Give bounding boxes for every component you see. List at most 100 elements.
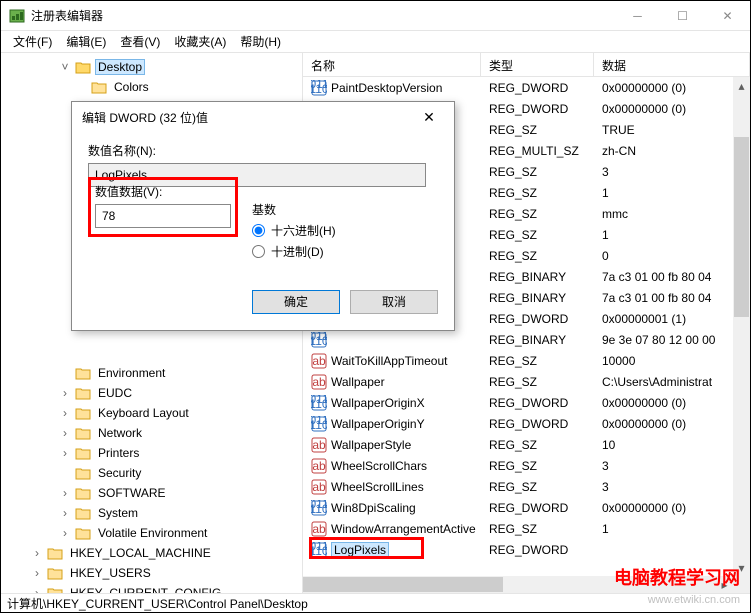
value-type: REG_SZ (481, 165, 594, 179)
tree-item-desktop[interactable]: ˅ Desktop (9, 57, 302, 77)
value-name: WindowArrangementActive (331, 522, 476, 536)
value-type: REG_DWORD (481, 81, 594, 95)
expand-icon[interactable]: › (59, 426, 71, 440)
dialog-close-button[interactable]: ✕ (414, 109, 444, 126)
value-type: REG_SZ (481, 123, 594, 137)
menu-edit[interactable]: 编辑(E) (60, 31, 112, 52)
tree-item-colors[interactable]: Colors (9, 77, 302, 97)
folder-icon (75, 446, 91, 460)
value-data: zh-CN (594, 144, 750, 158)
value-type: REG_DWORD (481, 396, 594, 410)
svg-text:ab: ab (312, 480, 326, 494)
tree-item-volatile[interactable]: ›Volatile Environment (9, 523, 302, 543)
folder-icon (91, 80, 107, 94)
expand-icon[interactable]: › (59, 386, 71, 400)
list-row[interactable]: 011110PaintDesktopVersionREG_DWORD0x0000… (303, 77, 750, 98)
header-name[interactable]: 名称 (303, 53, 481, 76)
dialog-titlebar[interactable]: 编辑 DWORD (32 位)值 ✕ (72, 102, 454, 132)
header-data[interactable]: 数据 (594, 53, 750, 76)
list-row[interactable]: 011110WallpaperOriginYREG_DWORD0x0000000… (303, 413, 750, 434)
value-data: C:\Users\Administrat (594, 375, 750, 389)
vertical-scrollbar[interactable]: ▴ ▾ (733, 77, 750, 593)
folder-icon (47, 546, 63, 560)
ok-button[interactable]: 确定 (252, 290, 340, 314)
value-data: 0x00000000 (0) (594, 81, 750, 95)
tree-item-hkcc[interactable]: ›HKEY_CURRENT_CONFIG (9, 583, 302, 593)
tree-item-hku[interactable]: ›HKEY_USERS (9, 563, 302, 583)
menu-help[interactable]: 帮助(H) (234, 31, 287, 52)
radio-hex-input[interactable] (252, 224, 265, 237)
maximize-button[interactable]: ☐ (660, 1, 705, 31)
folder-icon (75, 386, 91, 400)
scroll-thumb-h[interactable] (303, 577, 503, 592)
folder-icon (75, 526, 91, 540)
expand-icon[interactable]: › (59, 486, 71, 500)
list-row[interactable]: abWallpaperREG_SZC:\Users\Administrat (303, 371, 750, 392)
tree-item-hklm[interactable]: ›HKEY_LOCAL_MACHINE (9, 543, 302, 563)
svg-text:110: 110 (311, 82, 327, 96)
folder-icon (75, 366, 91, 380)
value-data: 3 (594, 480, 750, 494)
folder-icon (47, 586, 63, 593)
expand-icon[interactable]: › (59, 506, 71, 520)
collapse-icon[interactable]: ˅ (59, 60, 71, 74)
value-data: 10000 (594, 354, 750, 368)
folder-icon (75, 426, 91, 440)
list-row[interactable]: abWheelScrollLinesREG_SZ3 (303, 476, 750, 497)
tree-item-system[interactable]: ›System (9, 503, 302, 523)
menu-view[interactable]: 查看(V) (114, 31, 166, 52)
radio-hex[interactable]: 十六进制(H) (252, 222, 336, 239)
tree-item-software[interactable]: ›SOFTWARE (9, 483, 302, 503)
value-type: REG_SZ (481, 375, 594, 389)
expand-icon[interactable]: › (31, 566, 43, 580)
list-row[interactable]: 011110LogPixelsREG_DWORD (303, 539, 750, 560)
menu-file[interactable]: 文件(F) (7, 31, 58, 52)
list-row[interactable]: abWallpaperStyleREG_SZ10 (303, 434, 750, 455)
value-data: 1 (594, 522, 750, 536)
watermark-url: www.etwiki.cn.com (648, 594, 740, 606)
list-row[interactable]: 011110Win8DpiScalingREG_DWORD0x00000000 … (303, 497, 750, 518)
value-data: 3 (594, 165, 750, 179)
edit-dword-dialog: 编辑 DWORD (32 位)值 ✕ 数值名称(N): 数值数据(V): 基数 … (71, 101, 455, 331)
svg-text:ab: ab (312, 459, 326, 473)
svg-text:110: 110 (311, 397, 327, 411)
expand-icon[interactable]: › (59, 526, 71, 540)
value-type: REG_SZ (481, 249, 594, 263)
list-row[interactable]: abWheelScrollCharsREG_SZ3 (303, 455, 750, 476)
value-type: REG_SZ (481, 354, 594, 368)
header-type[interactable]: 类型 (481, 53, 594, 76)
value-type: REG_SZ (481, 459, 594, 473)
value-data-input[interactable] (95, 204, 231, 228)
value-data: 9e 3e 07 80 12 00 00 (594, 333, 750, 347)
svg-text:ab: ab (312, 522, 326, 536)
menu-favorites[interactable]: 收藏夹(A) (168, 31, 232, 52)
scroll-thumb[interactable] (734, 137, 749, 317)
scroll-up-icon[interactable]: ▴ (733, 77, 750, 94)
list-header: 名称 类型 数据 (303, 53, 750, 77)
radio-dec[interactable]: 十进制(D) (252, 243, 336, 260)
value-data-highlight: 数值数据(V): (88, 177, 238, 237)
expand-icon[interactable]: › (59, 406, 71, 420)
list-row[interactable]: abWindowArrangementActiveREG_SZ1 (303, 518, 750, 539)
svg-text:110: 110 (311, 502, 327, 516)
tree-item-eudc[interactable]: ›EUDC (9, 383, 302, 403)
tree-item-env[interactable]: Environment (9, 363, 302, 383)
value-type: REG_BINARY (481, 291, 594, 305)
value-data: 0x00000000 (0) (594, 417, 750, 431)
expand-icon[interactable]: › (31, 546, 43, 560)
list-row[interactable]: abWaitToKillAppTimeoutREG_SZ10000 (303, 350, 750, 371)
tree-item-security[interactable]: Security (9, 463, 302, 483)
expand-icon[interactable]: › (31, 586, 43, 593)
cancel-button[interactable]: 取消 (350, 290, 438, 314)
list-row[interactable]: 011110REG_BINARY9e 3e 07 80 12 00 00 (303, 329, 750, 350)
value-data: mmc (594, 207, 750, 221)
expand-icon[interactable]: › (59, 446, 71, 460)
tree-item-keyboard[interactable]: ›Keyboard Layout (9, 403, 302, 423)
radio-dec-input[interactable] (252, 245, 265, 258)
tree-item-printers[interactable]: ›Printers (9, 443, 302, 463)
tree-item-network[interactable]: ›Network (9, 423, 302, 443)
minimize-button[interactable]: ─ (615, 1, 660, 31)
list-row[interactable]: 011110WallpaperOriginXREG_DWORD0x0000000… (303, 392, 750, 413)
status-path: 计算机\HKEY_CURRENT_USER\Control Panel\Desk… (7, 595, 308, 612)
close-button[interactable]: ✕ (705, 1, 750, 31)
